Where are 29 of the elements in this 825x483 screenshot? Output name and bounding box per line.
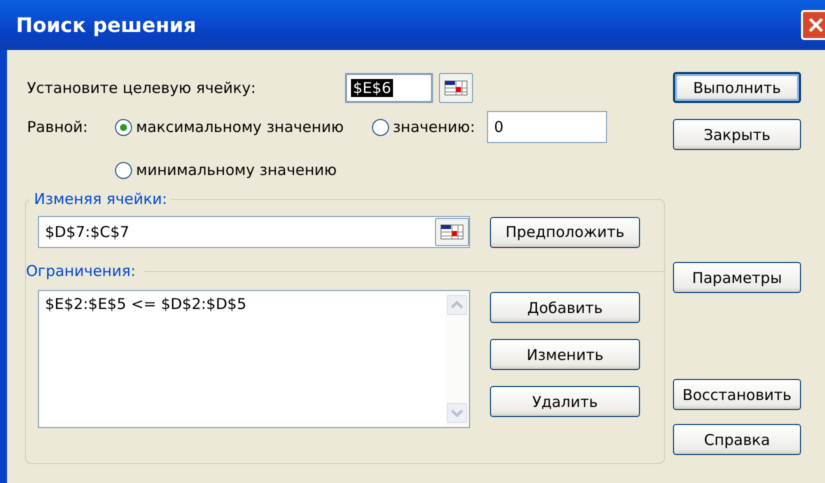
range-select-button[interactable]: [439, 73, 473, 103]
value-of-field[interactable]: 0: [487, 111, 608, 143]
dialog-button[interactable]: Справка: [673, 424, 801, 455]
constraint-button[interactable]: Изменить: [490, 339, 640, 370]
close-button[interactable]: [801, 10, 825, 40]
dialog-button[interactable]: Закрыть: [673, 119, 801, 150]
target-cell-label: Установите целевую ячейку:: [27, 79, 257, 97]
constraints-label: Ограничения:: [25, 262, 137, 280]
range-select-button[interactable]: [435, 218, 469, 246]
constraint-item[interactable]: $E$2:$E$5 <= $D$2:$D$5: [45, 295, 439, 313]
constraints-list[interactable]: $E$2:$E$5 <= $D$2:$D$5: [38, 290, 470, 428]
value-of-radio[interactable]: значению:: [372, 118, 476, 136]
range-select-icon: [440, 224, 464, 240]
dialog-button[interactable]: Восстановить: [673, 379, 801, 410]
min-value-radio[interactable]: минимальному значению: [115, 161, 337, 179]
max-value-radio[interactable]: максимальному значению: [115, 118, 344, 136]
target-cell-field[interactable]: $E$6: [345, 73, 433, 103]
close-icon: [807, 16, 825, 34]
constraint-button[interactable]: Добавить: [490, 292, 640, 323]
range-select-icon: [444, 80, 468, 96]
constraint-button[interactable]: Удалить: [490, 386, 640, 417]
window-title: Поиск решения: [16, 13, 196, 37]
equal-to-label: Равной:: [27, 118, 89, 136]
target-cell-value: $E$6: [351, 79, 394, 97]
guess-button[interactable]: Предположить: [490, 216, 640, 248]
dialog-button[interactable]: Выполнить: [673, 72, 801, 103]
changing-cells-field[interactable]: $D$7:$C$7: [38, 216, 470, 248]
dialog-button[interactable]: Параметры: [673, 262, 801, 293]
changing-cells-label: Изменяя ячейки:: [33, 190, 168, 208]
